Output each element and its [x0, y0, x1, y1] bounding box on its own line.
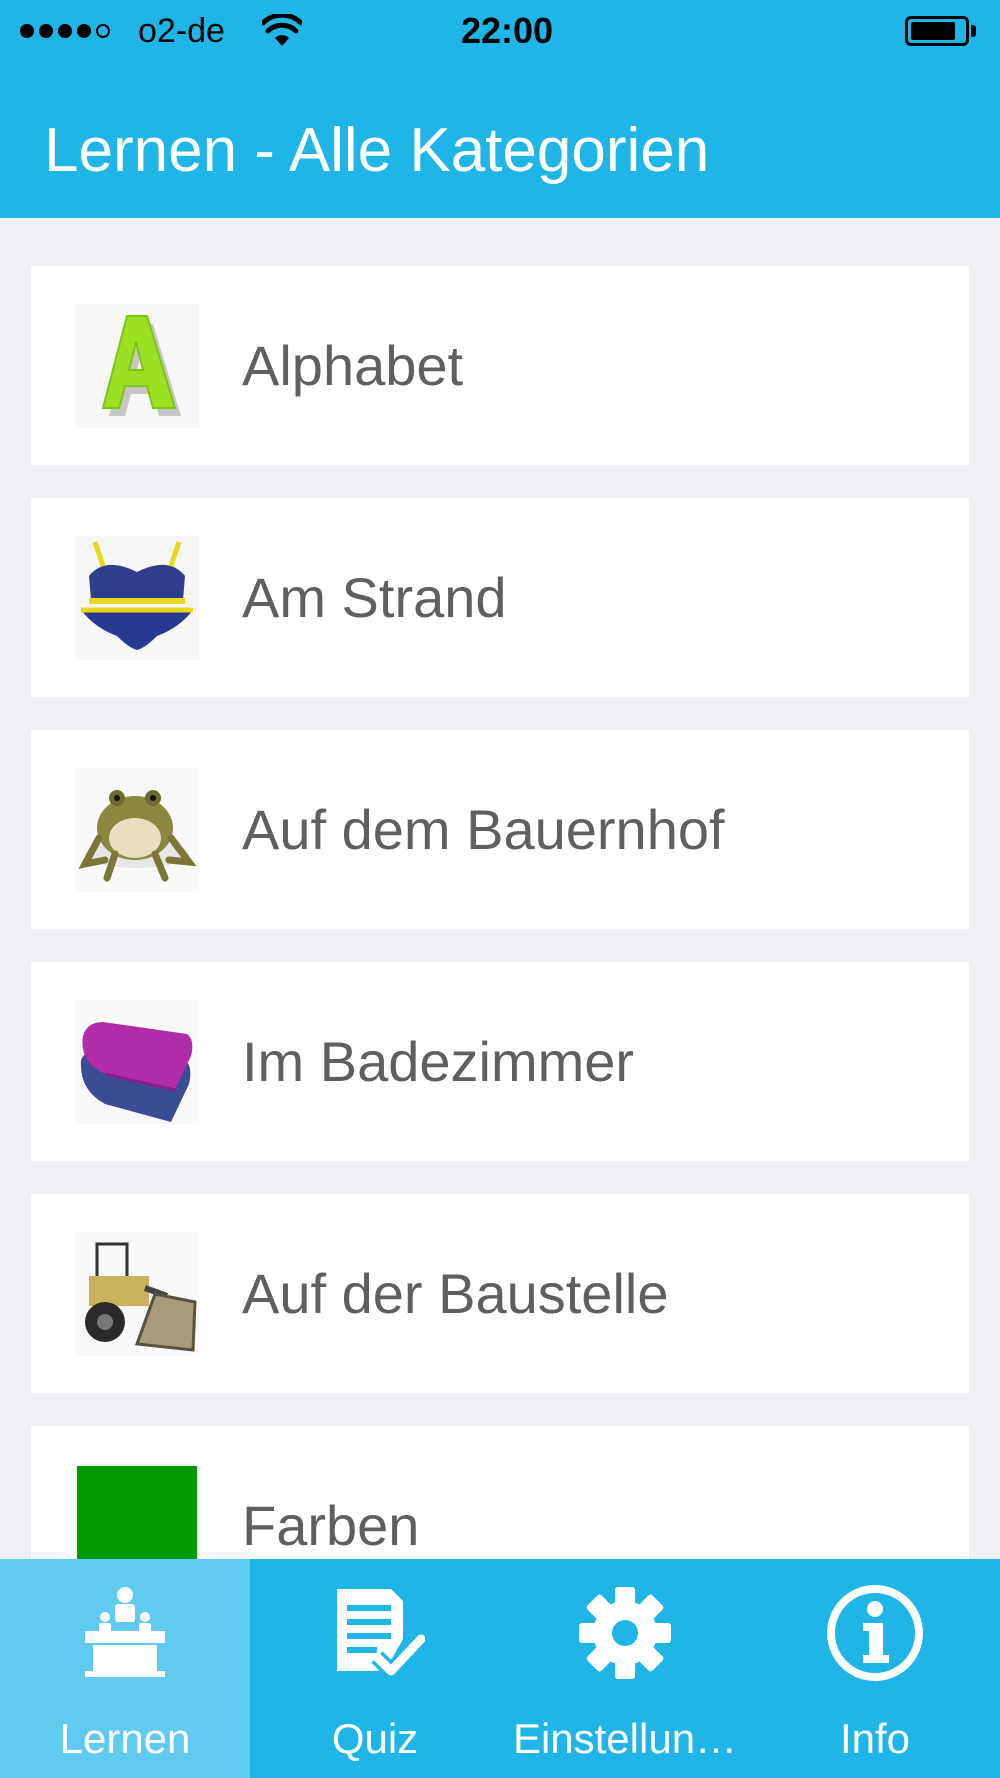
checklist-icon [337, 1589, 425, 1679]
category-label: Auf der Baustelle [242, 1262, 669, 1325]
page-title: Lernen - Alle Kategorien [44, 116, 710, 185]
category-row-am-strand[interactable]: Am Strand [31, 498, 969, 697]
tab-label: Info [839, 1715, 911, 1762]
status-time: 22:00 [460, 10, 554, 51]
tab-label: Einstellun… [512, 1715, 738, 1762]
category-row-auf-der-baustelle[interactable]: Auf der Baustelle [31, 1194, 969, 1393]
tab-bar: Lernen Quiz Einstellun… Info [0, 1559, 1000, 1778]
frog-icon [75, 768, 199, 892]
tab-label: Quiz [331, 1715, 419, 1762]
letter-a-icon [75, 304, 199, 428]
tab-info[interactable]: Info [750, 1559, 1000, 1778]
gear-icon [579, 1587, 671, 1679]
tab-einstellungen[interactable]: Einstellun… [500, 1559, 750, 1778]
info-icon [827, 1585, 923, 1681]
category-row-alphabet[interactable]: Alphabet [31, 266, 969, 465]
battery-cap [971, 25, 976, 37]
teacher-desk-icon [85, 1587, 165, 1677]
battery-level [911, 22, 955, 40]
tab-label: Lernen [59, 1715, 191, 1762]
category-label: Auf dem Bauernhof [242, 798, 725, 861]
status-bar: o2-de 22:00 [0, 0, 1000, 64]
category-label: Am Strand [242, 566, 507, 629]
battery-icon [905, 16, 969, 46]
category-label: Alphabet [242, 334, 464, 397]
tab-lernen[interactable]: Lernen [0, 1559, 250, 1778]
bikini-icon [75, 536, 199, 660]
category-list: Alphabet Am Strand Auf dem Bauernhof Im … [31, 266, 969, 1658]
category-label: Im Badezimmer [242, 1030, 635, 1093]
bulldozer-icon [75, 1232, 199, 1356]
tab-quiz[interactable]: Quiz [250, 1559, 500, 1778]
top-bar: o2-de 22:00 Lernen - Alle Kategorien [0, 0, 1000, 218]
category-row-auf-dem-bauernhof[interactable]: Auf dem Bauernhof [31, 730, 969, 929]
category-row-im-badezimmer[interactable]: Im Badezimmer [31, 962, 969, 1161]
towels-icon [75, 1000, 199, 1124]
